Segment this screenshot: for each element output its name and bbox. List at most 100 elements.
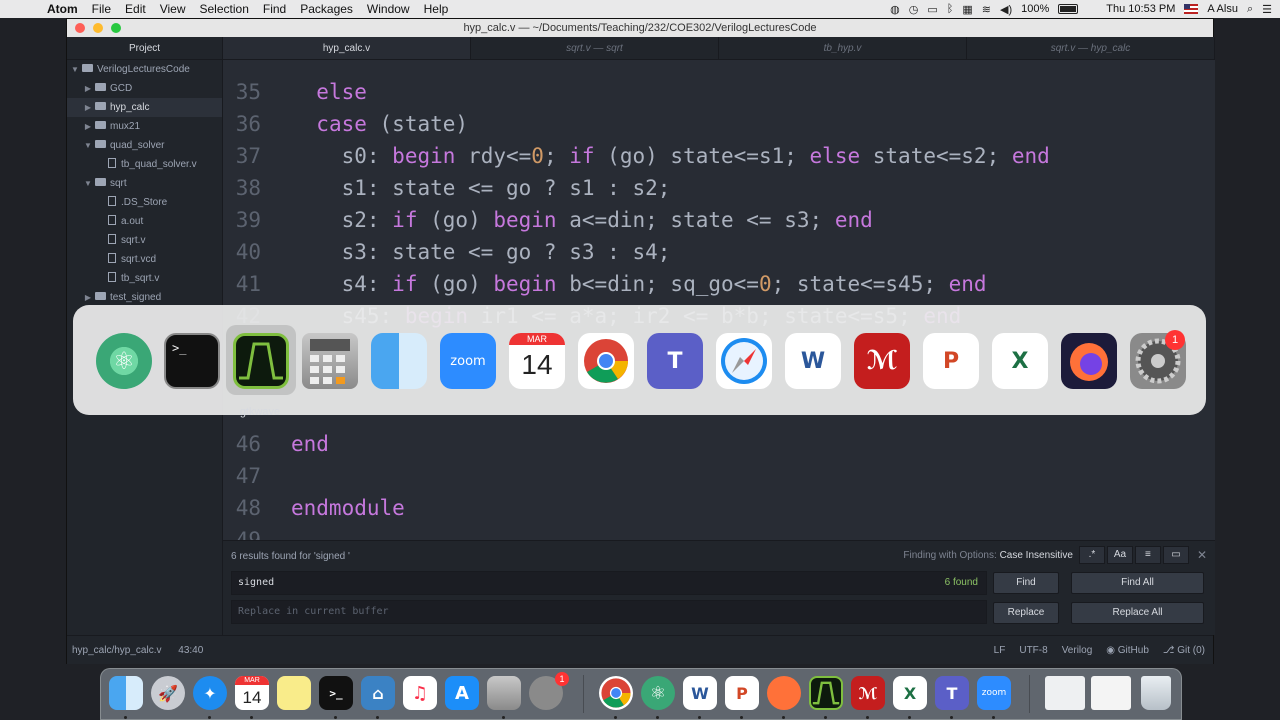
dock-calculator-icon[interactable] <box>487 676 521 710</box>
code-line[interactable]: 35 else <box>223 76 1215 108</box>
status-encoding[interactable]: UTF-8 <box>1019 636 1047 665</box>
zoom-window-button[interactable] <box>111 23 121 33</box>
whole-word-toggle[interactable]: ▭ <box>1162 546 1189 564</box>
menu-app-name[interactable]: Atom <box>40 0 85 18</box>
tree-file-ds-store[interactable]: .DS_Store <box>67 193 222 212</box>
status-cursor-position[interactable]: 43:40 <box>178 645 203 656</box>
code-line[interactable]: 49 <box>223 524 1215 540</box>
code-line[interactable]: 37 s0: begin rdy<=0; if (go) state<=s1; … <box>223 140 1215 172</box>
calculator-icon[interactable] <box>302 333 358 389</box>
status-file-path[interactable]: hyp_calc/hyp_calc.v <box>72 645 162 656</box>
dock-acrobat-icon[interactable]: ℳ <box>851 676 885 710</box>
tree-file-a-out[interactable]: a.out <box>67 212 222 231</box>
dock-trash-icon[interactable] <box>1141 676 1171 710</box>
menu-help[interactable]: Help <box>417 0 456 18</box>
minimize-window-button[interactable] <box>93 23 103 33</box>
tab-hyp-calc[interactable]: hyp_calc.v <box>223 37 471 59</box>
powerpoint-icon[interactable]: P <box>923 333 979 389</box>
finder-icon[interactable] <box>371 333 427 389</box>
tree-folder-gcd[interactable]: ▶ GCD <box>67 79 222 98</box>
calendar-icon[interactable]: MAR 14 <box>509 333 565 389</box>
dock-word-icon[interactable]: W <box>683 676 717 710</box>
menu-view[interactable]: View <box>153 0 193 18</box>
tab-sqrt-sqrt[interactable]: sqrt.v — sqrt <box>471 37 719 59</box>
dock-calendar-icon[interactable]: MAR 14 <box>235 676 269 710</box>
dock-notes-icon[interactable] <box>277 676 311 710</box>
code-line[interactable]: 47 <box>223 460 1215 492</box>
menu-packages[interactable]: Packages <box>293 0 360 18</box>
code-line[interactable]: 40 s3: state <= go ? s3 : s4; <box>223 236 1215 268</box>
acrobat-icon[interactable]: ℳ <box>854 333 910 389</box>
menu-window[interactable]: Window <box>360 0 417 18</box>
dock-powerpoint-icon[interactable]: P <box>725 676 759 710</box>
code-line[interactable]: 39 s2: if (go) begin a<=din; state <= s3… <box>223 204 1215 236</box>
spotlight-icon[interactable]: ⌕ <box>1247 3 1253 16</box>
user-name[interactable]: A Alsu <box>1207 3 1238 15</box>
case-toggle[interactable]: Aa <box>1106 546 1133 564</box>
menu-edit[interactable]: Edit <box>118 0 153 18</box>
close-icon[interactable]: ✕ <box>1197 548 1207 562</box>
dock-terminal-icon[interactable]: >_ <box>319 676 353 710</box>
tree-file-sqrt-vcd[interactable]: sqrt.vcd <box>67 250 222 269</box>
status-github[interactable]: ◉ GitHub <box>1106 636 1149 665</box>
tab-sqrt-hyp-calc[interactable]: sqrt.v — hyp_calc <box>967 37 1215 59</box>
dock-chrome-icon[interactable] <box>599 676 633 710</box>
replace-all-button[interactable]: Replace All <box>1071 602 1204 624</box>
clock[interactable]: Thu 10:53 PM <box>1106 3 1175 15</box>
zoom-icon[interactable]: zoom <box>440 333 496 389</box>
firefox-icon[interactable] <box>1061 333 1117 389</box>
wifi-icon[interactable]: ≋ <box>982 3 991 16</box>
tree-folder-mux21[interactable]: ▶ mux21 <box>67 117 222 136</box>
menu-find[interactable]: Find <box>256 0 293 18</box>
tree-folder-sqrt[interactable]: ▼ sqrt <box>67 174 222 193</box>
terminal-icon[interactable]: >_ <box>164 333 220 389</box>
replace-button[interactable]: Replace <box>993 602 1059 624</box>
find-button[interactable]: Find <box>993 572 1059 594</box>
dock-launchpad-icon[interactable]: 🚀 <box>151 676 185 710</box>
keyboard-icon[interactable]: ▦ <box>962 3 972 16</box>
dock-excel-icon[interactable]: X <box>893 676 927 710</box>
dock-downloads-stack-icon[interactable] <box>1045 676 1085 710</box>
regex-toggle[interactable]: .* <box>1078 546 1105 564</box>
vpn-icon[interactable]: ◍ <box>890 3 900 16</box>
dock-firefox-icon[interactable] <box>767 676 801 710</box>
safari-icon[interactable] <box>716 333 772 389</box>
dock-finder-icon[interactable] <box>109 676 143 710</box>
menu-file[interactable]: File <box>85 0 118 18</box>
code-line[interactable]: 41 s4: if (go) begin b<=din; sq_go<=0; s… <box>223 268 1215 300</box>
volume-icon[interactable]: ◀) <box>1000 3 1012 16</box>
tree-file-sqrt-v[interactable]: sqrt.v <box>67 231 222 250</box>
battery-icon[interactable] <box>1058 4 1079 14</box>
battery-percent[interactable]: 100% <box>1021 3 1049 15</box>
airplay-icon[interactable]: ▭ <box>927 3 937 16</box>
word-icon[interactable]: W <box>785 333 841 389</box>
dock-keynote-icon[interactable]: ⌂ <box>361 676 395 710</box>
code-editor[interactable]: 35 else 36 case (state) 37 s0: begin rdy<=… <box>223 60 1215 540</box>
gtkwave-icon[interactable] <box>233 333 289 389</box>
dock-teams-icon[interactable]: T <box>935 676 969 710</box>
dock-music-icon[interactable]: ♫ <box>403 676 437 710</box>
dock-safari-icon[interactable]: ✦ <box>193 676 227 710</box>
status-grammar[interactable]: Verilog <box>1062 636 1093 665</box>
status-line-ending[interactable]: LF <box>994 636 1006 665</box>
tree-file-tb-sqrt[interactable]: tb_sqrt.v <box>67 269 222 288</box>
dock-documents-stack-icon[interactable] <box>1091 676 1131 710</box>
tree-folder-root[interactable]: ▼ VerilogLecturesCode <box>67 60 222 79</box>
dock-zoom-icon[interactable]: zoom <box>977 676 1011 710</box>
atom-icon[interactable]: ⚛ <box>96 333 152 389</box>
chrome-icon[interactable] <box>578 333 634 389</box>
find-input[interactable]: signed 6 found <box>231 571 987 595</box>
tree-file-tb-quad-solver[interactable]: tb_quad_solver.v <box>67 155 222 174</box>
close-window-button[interactable] <box>75 23 85 33</box>
tree-folder-hyp-calc[interactable]: ▶ hyp_calc <box>67 98 222 117</box>
code-line[interactable]: 48 endmodule <box>223 492 1215 524</box>
dock-atom-icon[interactable]: ⚛ <box>641 676 675 710</box>
dock-app-store-icon[interactable]: A <box>445 676 479 710</box>
find-all-button[interactable]: Find All <box>1071 572 1204 594</box>
replace-input[interactable]: Replace in current buffer <box>231 600 987 624</box>
input-source-flag-icon[interactable] <box>1184 4 1199 14</box>
bluetooth-icon[interactable]: ᛒ <box>947 3 954 15</box>
tree-folder-quad-solver[interactable]: ▼ quad_solver <box>67 136 222 155</box>
status-git[interactable]: ⎇ Git (0) <box>1163 636 1205 665</box>
tab-tb-hyp[interactable]: tb_hyp.v <box>719 37 967 59</box>
